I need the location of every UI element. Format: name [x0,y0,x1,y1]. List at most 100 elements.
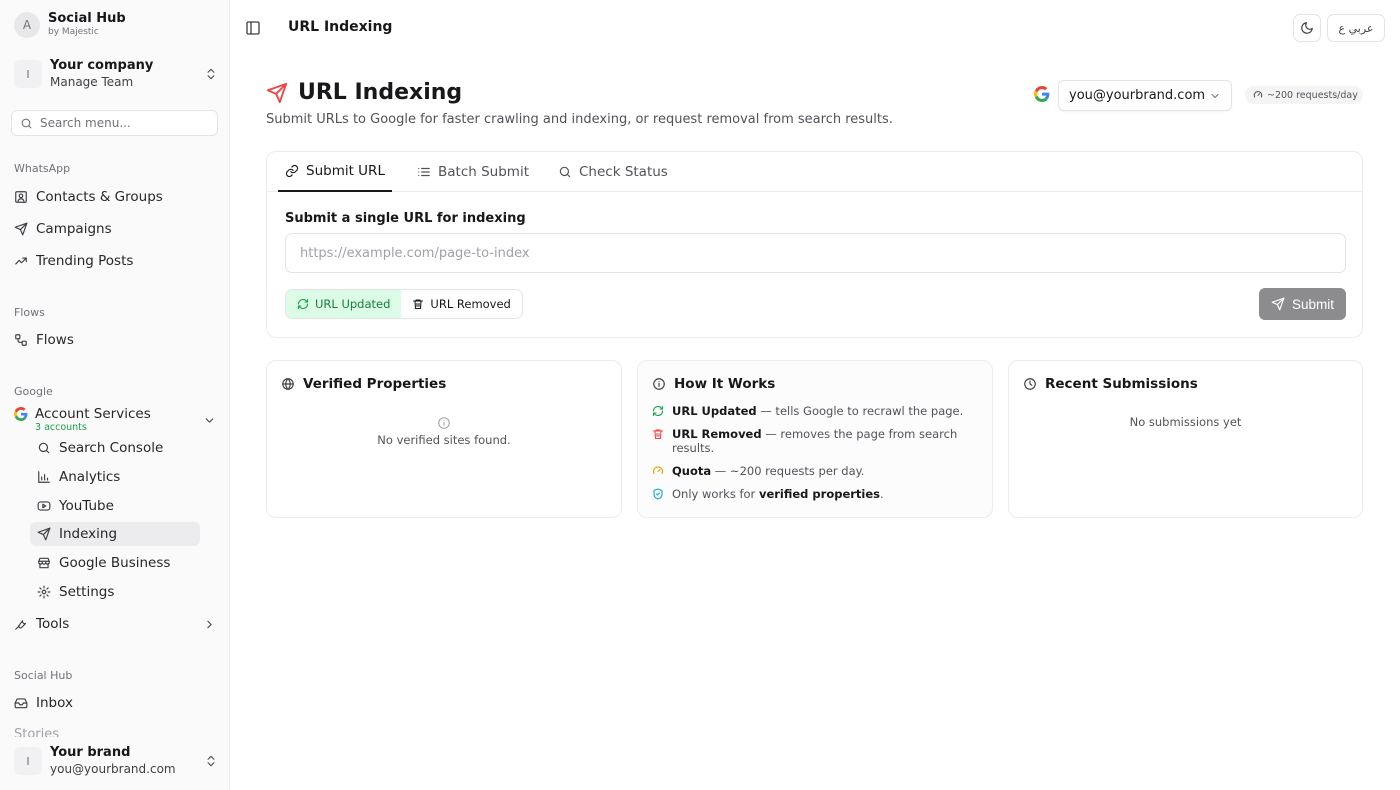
user-email: you@yourbrand.com [50,762,176,776]
card-title-text: How It Works [674,376,776,392]
account-select-value: you@yourbrand.com [1069,88,1206,103]
card-title: Recent Submissions [1023,376,1198,392]
nav-item-flows[interactable]: Flows [14,329,74,351]
how-it-works-list: URL Updated — tells Google to recrawl th… [652,404,978,510]
nav-item-trending-posts[interactable]: Trending Posts [14,250,133,272]
sidebar: A Social Hub by Majestic I Your company … [0,0,230,790]
section-label-google: Google [14,385,53,398]
sub-item-label: Settings [59,584,115,600]
user-menu[interactable]: I Your brand you@yourbrand.com [14,743,218,779]
workflow-icon [14,333,28,347]
search-icon [558,165,572,179]
sub-item-google-business[interactable]: Google Business [30,551,200,575]
tab-batch-submit[interactable]: Batch Submit [417,152,529,192]
nav-item-tools[interactable]: Tools [14,613,216,635]
item-title: URL Removed [672,427,762,441]
page-title: URL Indexing [298,80,463,105]
refresh-icon [652,404,672,417]
search-icon [37,441,51,455]
tab-check-status[interactable]: Check Status [558,152,668,192]
brand[interactable]: A Social Hub by Majestic [14,11,126,38]
tab-label: Submit URL [306,163,385,179]
nav-item-label: Flows [36,332,74,348]
nav-item-inbox[interactable]: Inbox [14,692,73,714]
sub-item-analytics[interactable]: Analytics [30,465,200,489]
submit-button[interactable]: Submit [1259,288,1346,320]
list-item: Quota — ~200 requests per day. [652,464,978,478]
nav-item-label: Campaigns [36,221,112,237]
topbar-title: URL Indexing [288,19,393,35]
send-icon [14,222,28,236]
card-title: How It Works [652,376,775,392]
quota-badge: ~200 requests/day [1245,86,1363,104]
youtube-icon [37,499,51,513]
request-type-group: URL Updated URL Removed [285,289,523,319]
card-title-text: Recent Submissions [1045,376,1198,392]
nav-item-stories[interactable]: Stories [14,727,59,737]
send-icon [266,82,288,104]
sub-item-label: Search Console [59,440,164,456]
send-icon [1271,297,1292,311]
company-switcher[interactable]: I Your company Manage Team [14,56,218,92]
list-item: URL Removed — removes the page from sear… [652,427,978,455]
search-menu-box [11,110,218,136]
trash-icon [412,298,430,310]
account-services-label: Account Services [35,406,151,422]
company-avatar: I [14,60,42,88]
language-toggle-button[interactable]: عربي ع [1327,14,1385,42]
nav-item-label: Tools [36,616,70,632]
list-icon [417,165,431,179]
type-url-updated-button[interactable]: URL Updated [286,290,402,318]
sub-item-indexing[interactable]: Indexing [30,522,200,546]
store-icon [37,556,51,570]
chevron-down-icon [203,414,216,427]
section-label-social-hub: Social Hub [14,669,73,682]
tab-submit-url[interactable]: Submit URL [278,152,392,192]
recent-submissions-card: Recent Submissions No submissions yet [1008,360,1363,518]
item-text: — ~200 requests per day. [711,464,865,478]
sub-item-label: Indexing [59,526,118,542]
type-url-removed-button[interactable]: URL Removed [401,290,521,318]
contact-card-icon [14,190,28,204]
inbox-icon [14,696,28,710]
clock-icon [1023,377,1045,391]
item-title: URL Updated [672,404,757,418]
moon-icon [1300,21,1314,35]
form-label: Submit a single URL for indexing [285,211,526,226]
sub-item-youtube[interactable]: YouTube [30,494,200,518]
wrench-icon [14,617,28,631]
item-text: — tells Google to recrawl the page. [756,404,964,418]
tab-bar: Submit URL Batch Submit Check Status [267,152,1362,192]
account-services-toggle[interactable]: Account Services 3 accounts [14,406,216,434]
nav-item-label: Inbox [36,695,73,711]
shield-check-icon [652,487,672,500]
info-icon [652,377,674,391]
chevron-right-icon [203,618,216,631]
brand-avatar: A [14,11,40,38]
brand-subtitle: by Majestic [48,27,99,37]
page-description: Submit URLs to Google for faster crawlin… [266,112,893,127]
theme-toggle-button[interactable] [1293,14,1321,42]
nav-item-label: Trending Posts [36,253,134,269]
gauge-icon [1253,90,1263,100]
account-select[interactable]: you@yourbrand.com [1058,80,1232,111]
nav-item-campaigns[interactable]: Campaigns [14,218,112,240]
sub-item-search-console[interactable]: Search Console [30,436,200,460]
brand-name: Social Hub [48,11,126,26]
empty-state-text: No verified sites found. [377,433,511,447]
sub-item-settings[interactable]: Settings [30,580,200,604]
nav-item-contacts-groups[interactable]: Contacts & Groups [14,186,163,208]
item-title: Quota [672,464,712,478]
chevron-down-icon [1209,90,1221,102]
card-title: Verified Properties [281,376,446,392]
type-label: URL Removed [430,297,511,311]
url-input[interactable] [285,233,1346,273]
tab-label: Batch Submit [438,164,529,180]
google-icon [1034,86,1050,102]
sidebar-toggle-icon[interactable] [245,20,261,36]
sub-item-label: Analytics [59,469,121,485]
item-title: verified properties [758,487,881,501]
info-icon [437,416,451,430]
search-menu-input[interactable] [40,116,200,130]
submit-label: Submit [1291,296,1335,312]
